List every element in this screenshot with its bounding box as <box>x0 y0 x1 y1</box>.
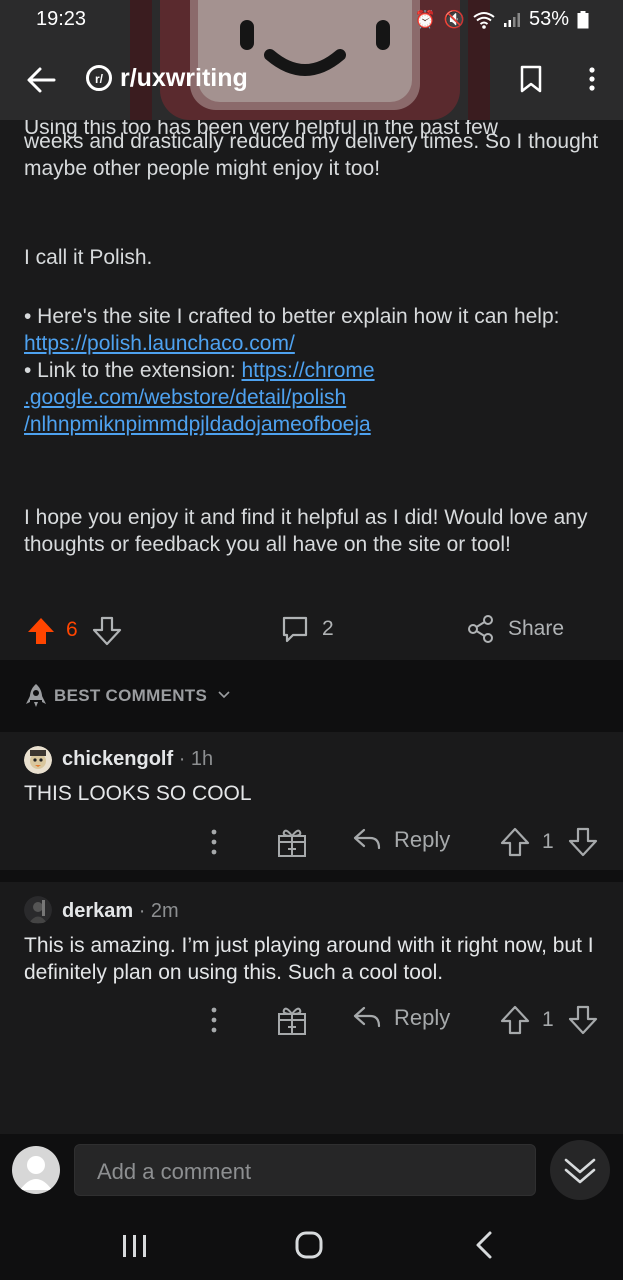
bullet-1-text: • Here's the site I crafted to better ex… <box>24 305 560 328</box>
comment-time: · 2m <box>133 900 179 922</box>
more-options-icon[interactable] <box>204 1004 224 1036</box>
comment-input-bar: Add a comment <box>0 1134 623 1210</box>
comment-score: 1 <box>542 1008 554 1031</box>
user-avatar[interactable] <box>12 1146 60 1194</box>
reply-arrow-icon <box>353 828 381 850</box>
reply-button[interactable]: Reply <box>352 826 450 854</box>
bullet-2-text: • Link to the extension: <box>24 359 242 382</box>
extension-link-part-3[interactable]: /nlhnpmiknpimmdpjldadojameofboeja <box>24 413 371 436</box>
avatar[interactable] <box>24 746 52 774</box>
battery-percent: 53% <box>528 8 569 30</box>
post-paragraph-3: I hope you enjoy it and find it helpful … <box>24 506 588 556</box>
comment-item: chickengolf · 1h THIS LOOKS SO COOL Repl… <box>0 732 623 870</box>
comment-score: 1 <box>542 830 554 853</box>
comment-author[interactable]: chickengolf · 1h <box>62 748 213 771</box>
status-time: 19:23 <box>36 8 87 30</box>
reply-label: Reply <box>394 827 451 852</box>
alarm-icon: ⏰ <box>414 9 436 29</box>
more-options-icon[interactable] <box>580 64 604 94</box>
status-bar: 19:23 ⏰ 🔇 53% <box>0 0 623 40</box>
post-paragraph-1: weeks and drastically reduced my deliver… <box>24 130 599 180</box>
bookmark-icon[interactable] <box>518 64 544 94</box>
recent-apps-icon[interactable] <box>120 1232 150 1260</box>
extension-link-part-2[interactable]: .google.com/webstore/detail/polish <box>24 386 346 409</box>
subreddit-icon[interactable]: r/ <box>86 65 112 91</box>
award-gift-icon[interactable] <box>276 1004 308 1036</box>
mute-icon: 🔇 <box>443 9 465 29</box>
upvote-icon[interactable] <box>500 826 530 858</box>
downvote-icon[interactable] <box>92 616 122 646</box>
post-paragraph-2: I call it Polish. <box>24 246 153 269</box>
comment-separator <box>0 870 623 882</box>
share-button[interactable]: Share <box>466 614 564 644</box>
comments-sort-bar[interactable]: BEST COMMENTS <box>0 660 623 732</box>
system-nav-bar <box>0 1210 623 1280</box>
battery-icon <box>577 10 589 28</box>
svg-text:r/: r/ <box>95 72 104 86</box>
user-silhouette-icon <box>20 1156 52 1190</box>
downvote-icon[interactable] <box>568 826 598 858</box>
rocket-icon <box>26 684 46 707</box>
reply-arrow-icon <box>353 1006 381 1028</box>
downvote-icon[interactable] <box>568 1004 598 1036</box>
comments-button[interactable]: 2 <box>280 614 334 644</box>
comment-body: THIS LOOKS SO COOL <box>24 782 252 805</box>
comment-body: This is amazing. I’m just playing around… <box>24 934 594 984</box>
share-label: Share <box>508 617 565 640</box>
comment-count: 2 <box>322 617 334 640</box>
subreddit-name[interactable]: r/uxwriting <box>120 64 248 93</box>
wifi-icon <box>473 11 495 29</box>
collapse-comments-button[interactable] <box>550 1140 610 1200</box>
back-arrow-icon[interactable] <box>24 62 60 98</box>
status-icons: ⏰ 🔇 53% <box>415 8 589 31</box>
header: 19:23 ⏰ 🔇 53% r/ r/uxwriting <box>0 0 623 120</box>
polish-site-link[interactable]: https://polish.launchaco.com/ <box>24 332 295 355</box>
sort-label: BEST COMMENTS <box>54 686 208 705</box>
extension-link-part-1[interactable]: https://chrome <box>242 359 375 382</box>
author-name[interactable]: chickengolf <box>62 748 173 770</box>
comment-time: · 1h <box>173 748 214 770</box>
comment-author[interactable]: derkam · 2m <box>62 900 179 923</box>
reply-button[interactable]: Reply <box>352 1004 450 1032</box>
chevron-down-icon <box>218 691 230 699</box>
signal-icon <box>503 12 520 27</box>
award-gift-icon[interactable] <box>276 826 308 858</box>
toolbar: r/ r/uxwriting <box>0 56 623 104</box>
comment-bubble-icon <box>282 616 308 643</box>
vote-count: 6 <box>66 618 78 641</box>
share-icon <box>468 615 493 643</box>
reply-label: Reply <box>394 1005 451 1030</box>
author-name[interactable]: derkam <box>62 900 133 922</box>
back-icon[interactable] <box>472 1230 496 1260</box>
comment-input[interactable]: Add a comment <box>74 1144 536 1196</box>
post-bullet-2: • Link to the extension: https://chrome … <box>24 357 604 438</box>
upvote-icon[interactable] <box>500 1004 530 1036</box>
subreddit-logo-icon: r/ <box>95 72 104 86</box>
post-actions: 6 2 Share <box>0 608 623 654</box>
more-options-icon[interactable] <box>204 826 224 858</box>
comment-actions: Reply 1 <box>0 822 623 862</box>
home-icon[interactable] <box>294 1230 324 1260</box>
avatar[interactable] <box>24 896 52 924</box>
post-bullet-1: • Here's the site I crafted to better ex… <box>24 303 604 357</box>
comment-item: derkam · 2m This is amazing. I’m just pl… <box>0 882 623 1050</box>
post-body: Using this too has been very helpful in … <box>0 116 623 660</box>
double-chevron-down-icon <box>564 1158 596 1184</box>
comment-actions: Reply 1 <box>0 1000 623 1040</box>
upvote-icon[interactable] <box>26 616 56 646</box>
